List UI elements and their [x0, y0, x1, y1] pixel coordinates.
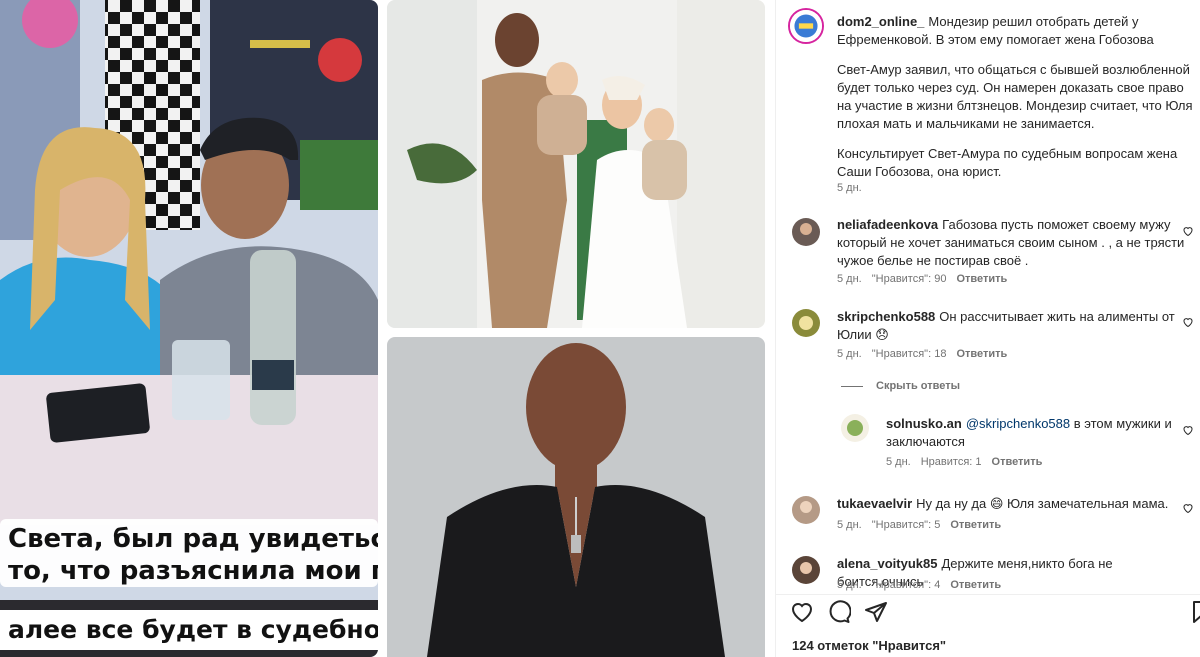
likes-count[interactable]: 124 отметок "Нравится"	[792, 638, 946, 653]
bookmark-icon[interactable]	[1192, 600, 1200, 624]
reply-button[interactable]: Ответить	[956, 273, 1007, 285]
comment-time: 5 дн.	[837, 579, 862, 591]
reply-meta: 5 дн. Нравится: 1 Ответить	[886, 456, 1052, 468]
comment-likes[interactable]: "Нравится": 90	[872, 273, 947, 285]
comment-text: skripchenko588 Он рассчитывает жить на ал…	[837, 308, 1193, 344]
comment-username[interactable]: alena_voityuk85	[837, 556, 937, 571]
reply-button[interactable]: Ответить	[992, 456, 1043, 468]
reply-button[interactable]: Ответить	[956, 348, 1007, 360]
comment-meta: 5 дн. "Нравится": 18 Ответить	[837, 348, 1017, 360]
comment-heart-icon[interactable]	[1182, 225, 1194, 237]
comment-username[interactable]: skripchenko588	[837, 309, 935, 324]
reply-avatar[interactable]	[841, 414, 869, 442]
comment-meta: 5 дн. "Нравится": 4 Ответить	[837, 579, 1011, 591]
photo-man-black-shirt	[387, 337, 765, 657]
comments-scroll-area[interactable]: dom2_online_ Мондезир решил отобрать дете…	[776, 0, 1200, 594]
comment-text: tukaevaelvir Ну да ну да 😄 Юля замечатель…	[837, 495, 1193, 513]
comment-likes[interactable]: "Нравится": 4	[872, 579, 941, 591]
comment-avatar[interactable]	[792, 218, 820, 246]
reply-button[interactable]: Ответить	[950, 579, 1001, 591]
actions-divider	[776, 594, 1200, 595]
photo-family-twins	[387, 0, 765, 328]
story-caption-line1: Света, был рад увидеться, спасибо за	[8, 524, 378, 554]
author-avatar[interactable]	[788, 8, 824, 44]
hide-replies-button[interactable]: Скрыть ответы	[876, 380, 960, 392]
reply-username[interactable]: solnusko.an	[886, 416, 962, 431]
comment-time: 5 дн.	[837, 519, 862, 531]
comment-avatar[interactable]	[792, 309, 820, 337]
comment-icon[interactable]	[827, 600, 851, 624]
comment-body: Ну да ну да 😄 Юля замечательная мама.	[916, 496, 1169, 511]
comment-text: neliafadeenkova Габозова пусть поможет св…	[837, 216, 1193, 270]
comment-heart-icon[interactable]	[1182, 502, 1194, 514]
share-icon[interactable]	[864, 600, 888, 624]
comment-time: 5 дн.	[837, 273, 862, 285]
comment-likes[interactable]: "Нравится": 18	[872, 348, 947, 360]
comment-avatar[interactable]	[792, 496, 820, 524]
caption-paragraph-2: Свет-Амур заявил, что общаться с бывшей …	[837, 62, 1193, 131]
story-caption-line2: то, что разъяснила мои права 😉 ✊	[8, 556, 378, 586]
comment-meta: 5 дн. "Нравится": 90 Ответить	[837, 273, 1017, 285]
comment-likes[interactable]: "Нравится": 5	[872, 519, 941, 531]
comment-avatar[interactable]	[792, 556, 820, 584]
reply-button[interactable]: Ответить	[950, 519, 1001, 531]
post-caption: dom2_online_ Мондезир решил отобрать дете…	[837, 13, 1193, 49]
comment-meta: 5 дн. "Нравится": 5 Ответить	[837, 519, 1011, 531]
reply-likes[interactable]: Нравится: 1	[921, 456, 982, 468]
heart-icon[interactable]	[790, 600, 814, 624]
story-caption-box: Света, был рад увидеться, спасибо за то,…	[0, 519, 378, 587]
comment-time: 5 дн.	[837, 348, 862, 360]
comment-username[interactable]: neliafadeenkova	[837, 217, 938, 232]
hide-replies-line	[841, 386, 863, 387]
caption-paragraph-3: Консультирует Свет-Амура по судебным воп…	[837, 146, 1178, 179]
caption-time: 5 дн.	[837, 182, 862, 194]
reply-mention[interactable]: @skripchenko588	[966, 416, 1070, 431]
author-username[interactable]: dom2_online_	[837, 14, 924, 29]
comment-heart-icon[interactable]	[1182, 316, 1194, 328]
comment-heart-icon[interactable]	[1182, 424, 1194, 436]
reply-time: 5 дн.	[886, 456, 911, 468]
comment-username[interactable]: tukaevaelvir	[837, 496, 912, 511]
story-caption-line3: алее все будет в судебном порядке	[0, 610, 378, 650]
post-details-panel: dom2_online_ Мондезир решил отобрать дете…	[775, 0, 1200, 657]
post-media[interactable]: Света, был рад увидеться, спасибо за то,…	[0, 0, 775, 657]
reply-text: solnusko.an @skripchenko588 в этом мужики…	[886, 415, 1186, 451]
